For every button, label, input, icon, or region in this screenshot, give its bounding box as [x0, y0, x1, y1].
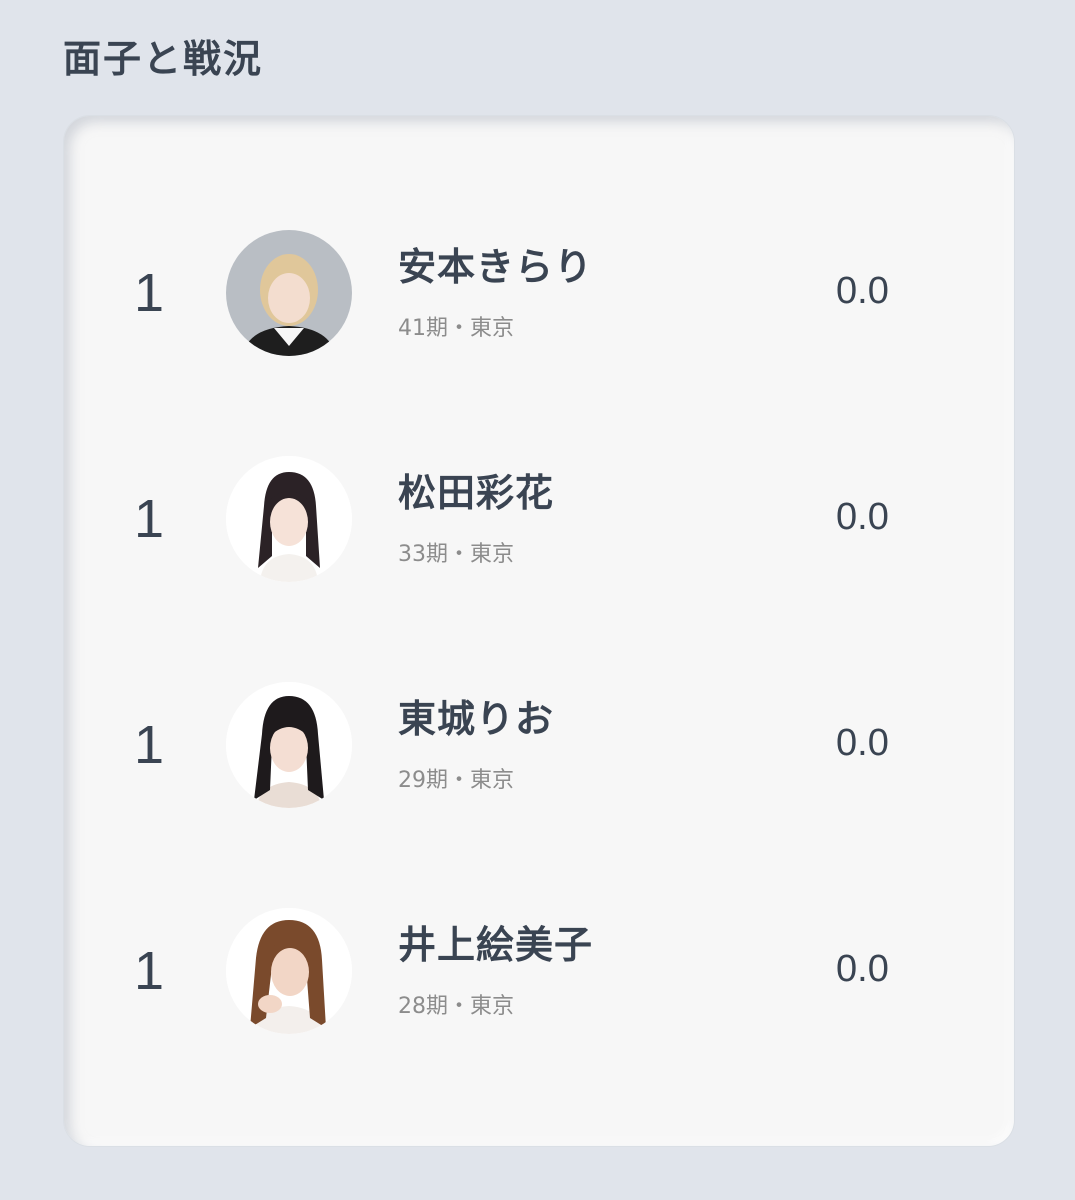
player-row[interactable]: 1 松田彩花 33期・東京 0.0 — [64, 454, 1014, 584]
player-score: 0.0 — [836, 948, 889, 990]
player-meta: 41期・東京 — [398, 316, 514, 341]
player-meta: 29期・東京 — [398, 768, 514, 793]
section-title: 面子と戦況 — [63, 37, 264, 81]
player-row[interactable]: 1 東城りお 29期・東京 0.0 — [64, 680, 1014, 810]
player-rank: 1 — [134, 263, 165, 323]
player-name: 安本きらり — [398, 245, 594, 289]
player-score: 0.0 — [836, 270, 889, 312]
player-avatar — [226, 682, 352, 808]
player-rank: 1 — [134, 489, 165, 549]
roster-card: 1 安本きらり 41期・東京 0.0 1 松田彩花 33期・東京 0.0 1 東… — [64, 116, 1014, 1146]
player-name: 東城りお — [398, 697, 555, 741]
player-avatar — [226, 908, 352, 1034]
player-meta: 28期・東京 — [398, 994, 514, 1019]
player-score: 0.0 — [836, 496, 889, 538]
player-name: 井上絵美子 — [398, 923, 594, 967]
player-avatar — [226, 230, 352, 356]
player-rank: 1 — [134, 941, 165, 1001]
player-meta: 33期・東京 — [398, 542, 514, 567]
player-name: 松田彩花 — [398, 471, 555, 515]
player-row[interactable]: 1 井上絵美子 28期・東京 0.0 — [64, 906, 1014, 1036]
player-row[interactable]: 1 安本きらり 41期・東京 0.0 — [64, 228, 1014, 358]
player-avatar — [226, 456, 352, 582]
player-rank: 1 — [134, 715, 165, 775]
player-score: 0.0 — [836, 722, 889, 764]
